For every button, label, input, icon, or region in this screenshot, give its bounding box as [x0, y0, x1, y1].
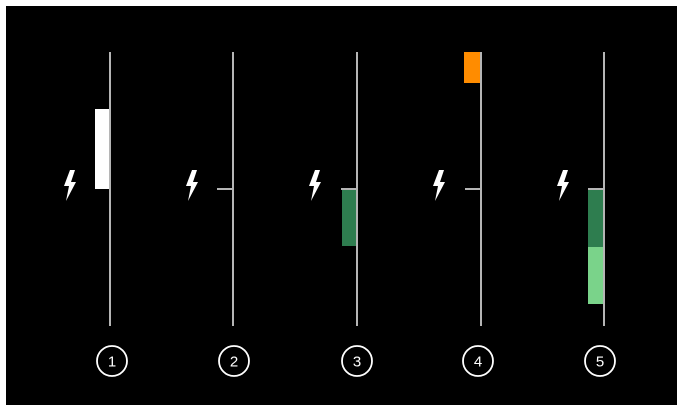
column-3-number-badge: 3	[341, 345, 373, 377]
column-1: 1	[64, 52, 128, 377]
lightning-bolt-icon	[557, 170, 569, 201]
column-4-orange-block	[464, 52, 480, 83]
lightning-bolt-icon	[64, 170, 76, 201]
column-1-white-block	[95, 109, 109, 189]
column-5-number: 5	[596, 354, 604, 371]
column-2-number-badge: 2	[218, 345, 250, 377]
column-3: 3	[309, 52, 373, 377]
column-5-number-badge: 5	[584, 345, 616, 377]
column-2-number: 2	[230, 354, 238, 371]
column-4-number-badge: 4	[462, 345, 494, 377]
column-5-dark-green-block	[588, 190, 603, 247]
column-1-number: 1	[108, 354, 116, 371]
lightning-bolt-icon	[186, 170, 198, 201]
column-5-light-green-block	[588, 247, 603, 304]
column-4-number: 4	[474, 354, 482, 371]
column-1-number-badge: 1	[96, 345, 128, 377]
column-4: 4	[433, 52, 494, 377]
column-2: 2	[186, 52, 250, 377]
column-3-dark-green-block	[342, 190, 356, 246]
lightning-bolt-icon	[309, 170, 321, 201]
energy-flow-diagram: 1 2 3 4 5	[64, 52, 616, 377]
column-5: 5	[557, 52, 616, 377]
column-3-number: 3	[353, 354, 361, 371]
diagram-panel: 1 2 3 4 5	[6, 6, 677, 405]
lightning-bolt-icon	[433, 170, 445, 201]
